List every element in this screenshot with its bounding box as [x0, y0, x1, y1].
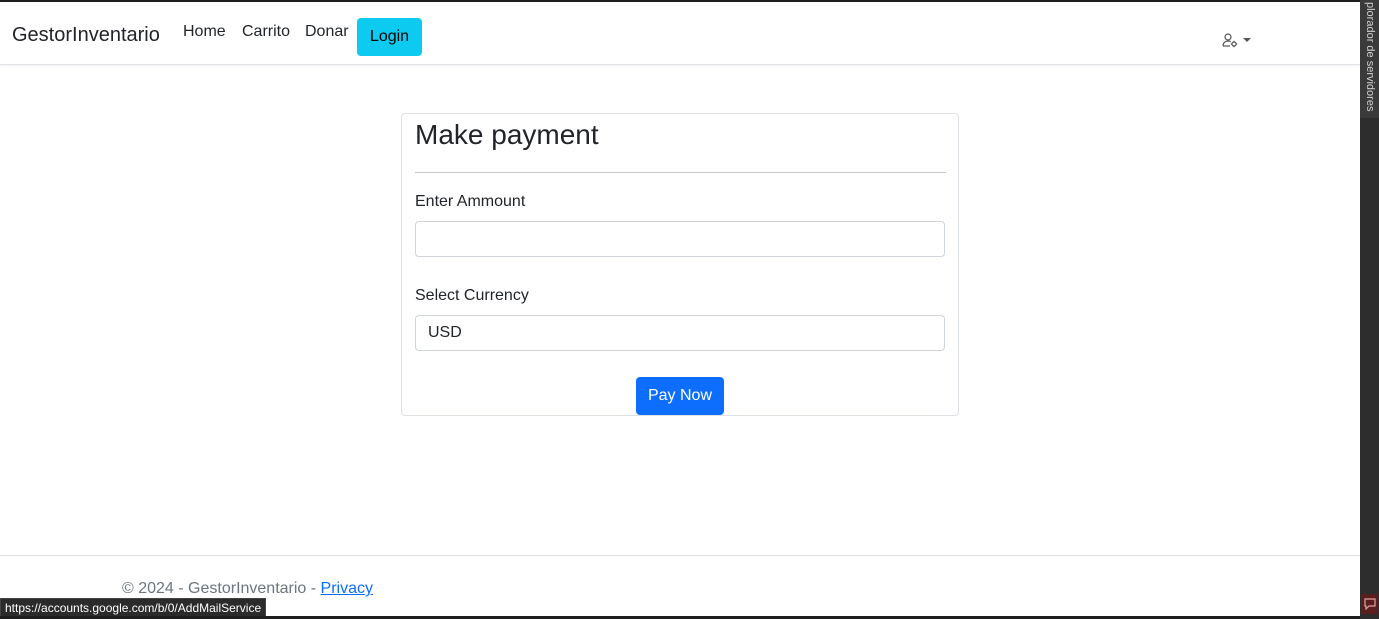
privacy-link[interactable]: Privacy — [321, 580, 373, 597]
amount-label: Enter Ammount — [415, 193, 526, 210]
navbar: GestorInventario Home Carrito Donar Logi… — [0, 2, 1360, 65]
server-explorer-panel[interactable]: plorador de servidores — [1360, 0, 1379, 619]
amount-input[interactable] — [415, 221, 945, 257]
server-explorer-tab[interactable]: plorador de servidores — [1360, 0, 1379, 118]
brand-link[interactable]: GestorInventario — [12, 24, 160, 46]
user-settings-icon — [1222, 32, 1238, 48]
payment-card: Make payment Enter Ammount Select Curren… — [401, 113, 959, 416]
nav-link-donar[interactable]: Donar — [305, 23, 349, 41]
footer: © 2024 - GestorInventario - Privacy — [122, 580, 373, 598]
comment-icon[interactable] — [1361, 594, 1378, 614]
server-explorer-label: plorador de servidores — [1364, 2, 1376, 112]
caret-down-icon — [1243, 38, 1251, 42]
payment-title: Make payment — [415, 119, 599, 150]
login-button[interactable]: Login — [357, 18, 422, 56]
currency-selected-value: USD — [428, 324, 462, 341]
title-divider — [415, 172, 946, 173]
status-bar-url: https://accounts.google.com/b/0/AddMailS… — [0, 598, 267, 617]
nav-link-home[interactable]: Home — [183, 23, 226, 41]
browser-page: GestorInventario Home Carrito Donar Logi… — [0, 0, 1379, 619]
currency-select[interactable]: USD — [415, 315, 945, 351]
currency-label: Select Currency — [415, 287, 529, 304]
nav-link-carrito[interactable]: Carrito — [242, 23, 290, 41]
user-menu-dropdown[interactable] — [1222, 31, 1258, 49]
pay-now-button[interactable]: Pay Now — [636, 377, 724, 415]
footer-copyright: © 2024 - GestorInventario - — [122, 580, 321, 597]
footer-divider — [0, 555, 1360, 556]
